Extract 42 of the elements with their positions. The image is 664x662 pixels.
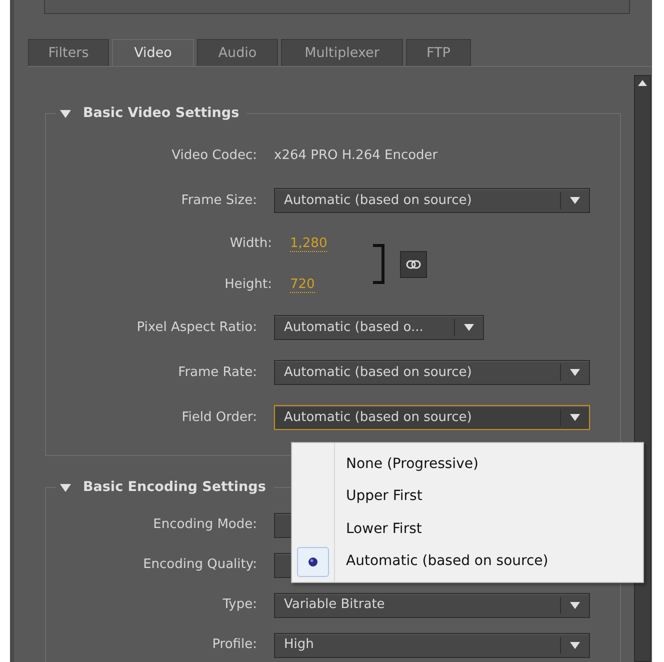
dropdown[interactable]: Automatic (based on source) — [274, 405, 590, 430]
dropdown[interactable]: Automatic (based on source) — [274, 188, 590, 213]
dropdown[interactable]: High — [274, 632, 590, 658]
bracket-icon — [373, 244, 386, 284]
field-label: Video Codec: — [170, 146, 258, 165]
caret-icon — [570, 414, 580, 421]
field-label: Width: — [228, 234, 273, 253]
dropdown[interactable]: Automatic (based o... — [274, 315, 484, 340]
collapse-triangle-icon[interactable] — [60, 482, 71, 492]
caret-icon — [464, 324, 474, 331]
field-label: Encoding Quality: — [142, 556, 258, 574]
field-label: Frame Size: — [180, 192, 258, 210]
menu-item[interactable]: Automatic (based on source) — [292, 546, 643, 578]
field-value: x264 PRO H.264 Encoder — [274, 146, 438, 165]
scroll-up-arrow-icon[interactable] — [638, 80, 647, 86]
tab[interactable]: Audio — [197, 39, 278, 66]
collapse-triangle-icon[interactable] — [60, 108, 71, 118]
caret-icon — [570, 602, 580, 608]
chain-link-icon — [406, 260, 422, 268]
menu-item[interactable]: Upper First — [292, 480, 643, 513]
field-label: Field Order: — [180, 408, 258, 427]
link-button[interactable] — [400, 250, 428, 278]
caret-icon — [570, 642, 580, 648]
caret-icon — [570, 369, 580, 376]
section-title: Basic Encoding Settings — [83, 478, 266, 496]
menu-item[interactable]: Lower First — [292, 513, 643, 546]
tab[interactable]: FTP — [406, 39, 471, 66]
tab[interactable]: Filters — [28, 39, 109, 66]
field-label: Type: — [222, 596, 258, 614]
dropdown[interactable]: Automatic (based on source) — [274, 360, 590, 385]
field-label: Pixel Aspect Ratio: — [136, 318, 258, 337]
field-label: Profile: — [211, 636, 258, 654]
tab[interactable]: Video — [112, 39, 194, 66]
section-title: Basic Video Settings — [83, 104, 240, 122]
radio-selected-icon — [297, 546, 329, 577]
field-label: Height: — [224, 276, 273, 294]
tab[interactable]: Multiplexer — [281, 39, 403, 66]
caret-icon — [570, 197, 580, 204]
field-label: Encoding Mode: — [152, 516, 258, 534]
dropdown[interactable]: Variable Bitrate — [274, 592, 590, 618]
field-label: Frame Rate: — [177, 364, 258, 382]
menu-item[interactable]: None (Progressive) — [292, 448, 643, 480]
